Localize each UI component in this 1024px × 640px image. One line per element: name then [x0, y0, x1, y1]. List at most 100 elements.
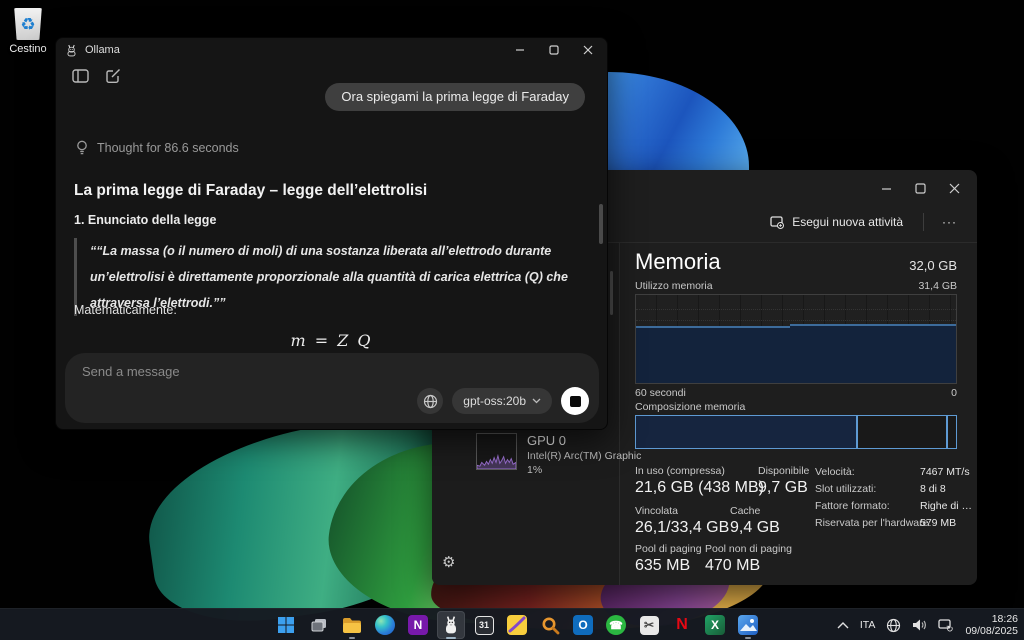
graph-dotted-gridline [636, 320, 956, 321]
taskbar-item-excel[interactable]: X [701, 611, 729, 639]
tray-clock[interactable]: 18:26 09/08/2025 [965, 613, 1018, 637]
whatsapp-icon: ☎ [606, 615, 626, 635]
taskbar-item-ollama[interactable] [437, 611, 465, 639]
lightbulb-icon [76, 140, 88, 155]
recycle-bin-label: Cestino [4, 43, 52, 55]
wallpaper-bloom-blue [601, 72, 749, 172]
settings-gear-icon[interactable]: ⚙ [442, 553, 455, 571]
ollama-maximize-button[interactable] [537, 38, 571, 62]
detail-value: Righe di … [920, 500, 972, 512]
run-new-task-label: Esegui nuova attività [792, 215, 903, 229]
memory-graph-fill-step [790, 324, 956, 383]
chevron-down-icon [532, 398, 541, 404]
message-input[interactable] [82, 364, 402, 379]
taskman-close-button[interactable] [937, 176, 971, 200]
taskbar-item-snipping-tool[interactable]: ✂ [635, 611, 663, 639]
sidebar-scrollbar[interactable] [610, 271, 613, 315]
task-view-button[interactable] [305, 611, 333, 639]
stat-value: 9,7 GB [758, 479, 808, 497]
detail-label: Velocità: [815, 466, 855, 478]
answer-math-intro: Matematicamente: [74, 303, 177, 317]
tray-date: 09/08/2025 [965, 625, 1018, 637]
taskbar-item-edge[interactable] [371, 611, 399, 639]
display-sync-tray-icon[interactable]: ↻ [938, 618, 954, 633]
thought-status[interactable]: Thought for 86.6 seconds [76, 140, 239, 155]
stat-value: 21,6 GB (438 MB) [635, 479, 764, 497]
taskbar-item-file-explorer[interactable] [338, 611, 366, 639]
composition-in-use [636, 416, 858, 448]
detail-label: Fattore formato: [815, 500, 890, 512]
taskbar-item-photos[interactable] [734, 611, 762, 639]
desktop: ♻ Cestino Esegui nuova attività ··· [0, 0, 1024, 640]
detail-label: Slot utilizzati: [815, 483, 876, 495]
network-globe-icon[interactable] [886, 618, 901, 633]
answer-section-title: 1. Enunciato della legge [74, 213, 216, 227]
tray-chevron-up-icon[interactable] [837, 622, 849, 629]
stat-value: 470 MB [705, 557, 760, 575]
more-options-button[interactable]: ··· [934, 211, 965, 233]
chat-scrollbar[interactable] [599, 204, 603, 244]
search-icon [541, 616, 560, 635]
detail-value: 579 MB [920, 517, 956, 529]
taskbar-item-netflix[interactable]: N [668, 611, 696, 639]
window-title: Ollama [85, 44, 120, 56]
edge-icon [375, 615, 395, 635]
stop-icon [570, 396, 581, 407]
ollama-minimize-button[interactable] [503, 38, 537, 62]
volume-icon[interactable] [912, 618, 927, 632]
taskbar-item-outlook[interactable]: O [569, 611, 597, 639]
outlook-icon: O [573, 615, 593, 635]
stat-label: Pool non di paging [705, 543, 792, 555]
language-indicator[interactable]: ITA [860, 619, 876, 631]
thought-status-text: Thought for 86.6 seconds [97, 141, 239, 155]
snipping-tool-icon: ✂ [640, 616, 659, 635]
ollama-close-button[interactable] [571, 38, 605, 62]
graph-axis-right-label: 0 [951, 387, 957, 399]
taskbar-item-calendar[interactable]: 31 [470, 611, 498, 639]
message-input-container[interactable]: gpt-oss:20b [65, 353, 599, 423]
model-selector[interactable]: gpt-oss:20b [452, 388, 552, 414]
stop-generation-button[interactable] [561, 387, 589, 415]
start-button[interactable] [272, 611, 300, 639]
calendar-icon: 31 [475, 616, 494, 635]
windows-logo-icon [277, 616, 295, 634]
new-task-icon [770, 215, 784, 229]
tray-time: 18:26 [965, 613, 1018, 625]
taskman-minimize-button[interactable] [869, 176, 903, 200]
sidebar-toggle-icon[interactable] [72, 68, 89, 84]
web-search-button[interactable] [417, 388, 443, 414]
run-new-task-button[interactable]: Esegui nuova attività [760, 210, 913, 234]
netflix-icon: N [671, 614, 693, 636]
new-chat-icon[interactable] [105, 68, 121, 84]
ollama-titlebar[interactable]: Ollama [56, 38, 607, 62]
memory-usage-scale-max: 31,4 GB [918, 280, 957, 292]
graph-dotted-gridline [636, 309, 956, 310]
toolbar-divider [923, 213, 924, 231]
globe-icon [423, 394, 438, 409]
composition-divider [946, 416, 948, 448]
task-view-icon [310, 616, 328, 634]
excel-icon: X [705, 615, 725, 635]
recycle-bin-desktop-icon[interactable]: ♻ Cestino [4, 8, 52, 55]
stat-label: Disponibile [758, 465, 809, 477]
taskman-maximize-button[interactable] [903, 176, 937, 200]
file-explorer-icon [342, 617, 362, 634]
taskbar-item-whatsapp[interactable]: ☎ [602, 611, 630, 639]
memory-usage-label: Utilizzo memoria [635, 280, 713, 292]
recycle-bin-icon: ♻ [13, 8, 43, 40]
sticky-notes-icon [507, 615, 527, 635]
taskbar-item-search[interactable] [536, 611, 564, 639]
onenote-icon: N [408, 615, 428, 635]
answer-heading: La prima legge di Faraday – legge dell’e… [74, 182, 427, 200]
memory-composition-bar [635, 415, 957, 449]
model-name: gpt-oss:20b [463, 394, 526, 408]
ollama-taskbar-icon [443, 616, 459, 634]
gpu-mini-chart [476, 433, 517, 470]
taskbar-item-onenote[interactable]: N [404, 611, 432, 639]
detail-value: 8 di 8 [920, 483, 946, 495]
stat-value: 635 MB [635, 557, 690, 575]
memory-details-panel: Memoria 32,0 GB Utilizzo memoria 31,4 GB… [620, 243, 977, 585]
detail-label: Riservata per l'hardware: [815, 517, 931, 529]
taskbar-item-sticky-notes[interactable] [503, 611, 531, 639]
memory-usage-graph [635, 294, 957, 384]
